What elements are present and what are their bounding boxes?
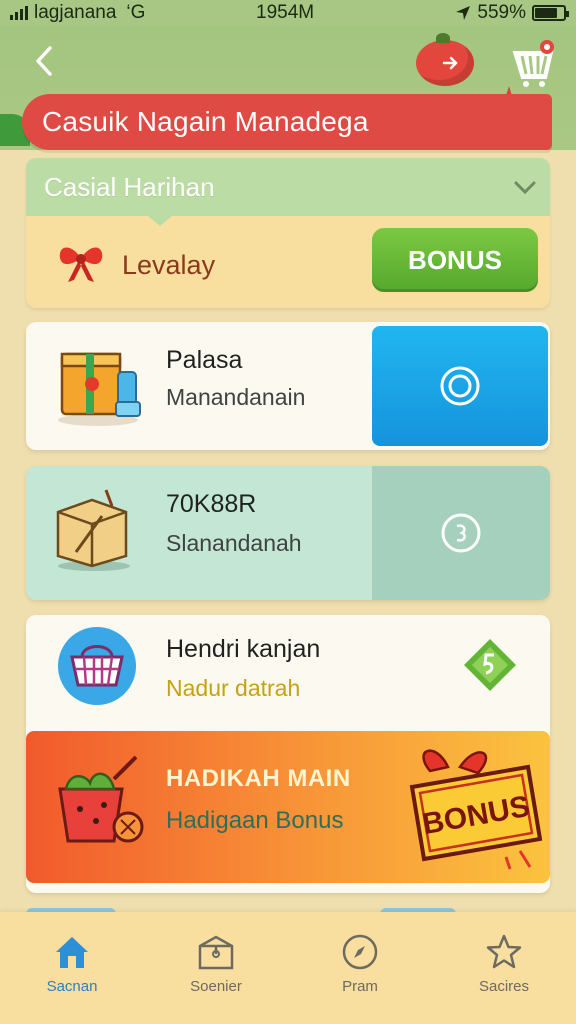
status-time: 1954M (256, 2, 315, 23)
watermelon-bucket-icon (58, 755, 144, 843)
cart-button[interactable] (508, 38, 560, 90)
battery-icon (532, 5, 569, 21)
daily-bonus-card: Casial Harihan Levalay BONUS (26, 158, 550, 308)
box-icon (198, 935, 234, 970)
parcel-icon (56, 489, 130, 571)
coin-icon (441, 513, 481, 553)
chevron-down-icon[interactable] (512, 174, 538, 200)
network-type: ‘G (126, 2, 146, 23)
promo-title: HADIKAH MAIN (166, 765, 351, 792)
item-action-button[interactable] (372, 466, 550, 600)
header: Casuik Nagain Manadega (0, 26, 576, 150)
list-item[interactable]: 70K88R Slanandanah (26, 466, 550, 600)
item-subtitle: Manandanain (166, 384, 306, 410)
content-list: Casial Harihan Levalay BONUS Palasa Mana… (0, 150, 576, 916)
cart-badge (540, 40, 554, 54)
basket-icon (58, 627, 136, 705)
tab-home[interactable]: Sacnan (0, 912, 144, 1024)
tab-label: Soenier (190, 978, 242, 995)
tab-bar: Sacnan Soenier Pram Sacires (0, 912, 576, 1024)
item-title: 70K88R (166, 490, 257, 518)
item-title: Hendri kanjan (166, 635, 321, 663)
box-gift-icon (58, 352, 141, 426)
diamond-icon[interactable] (462, 637, 518, 693)
item-title: Palasa (166, 346, 243, 374)
tab-label: Pram (342, 978, 378, 995)
compass-icon (342, 934, 378, 970)
star-icon (486, 934, 522, 969)
bow-icon (59, 247, 103, 282)
signal-icon (10, 6, 28, 20)
battery-percent: 559% (477, 2, 526, 23)
page-title: Casuik Nagain Manadega (42, 106, 369, 137)
tab-store[interactable]: Soenier (144, 912, 288, 1024)
tab-favorites[interactable]: Sacires (432, 912, 576, 1024)
tab-explore[interactable]: Pram (288, 912, 432, 1024)
target-icon (440, 366, 480, 406)
daily-card-title: Casial Harihan (44, 171, 215, 202)
carrier-name: lagjanana (34, 2, 117, 23)
header-pointer (148, 216, 172, 226)
daily-card-header[interactable]: Casial Harihan (26, 158, 550, 216)
daily-card-label: Levalay (122, 250, 216, 280)
tomato-icon[interactable] (416, 33, 474, 86)
location-arrow-icon (456, 6, 471, 20)
item-subtitle: Slanandanah (166, 530, 302, 556)
bonus-ticket-icon: BONUS (409, 749, 542, 870)
item-subtitle: Nadur datrah (166, 675, 301, 701)
back-arrow-icon[interactable] (28, 44, 62, 78)
home-icon (56, 937, 88, 968)
tab-label: Sacnan (46, 978, 98, 995)
status-bar: lagjanana ‘G 1954M 559% (0, 0, 576, 26)
list-item[interactable]: Hendri kanjan Nadur datrah HADIKAH MAIN … (26, 615, 550, 893)
tab-label: Sacires (478, 978, 530, 995)
title-banner: Casuik Nagain Manadega (22, 94, 552, 150)
promo-subtitle: Hadigaan Bonus (166, 807, 344, 834)
battery-level (535, 8, 558, 18)
bonus-button[interactable]: BONUS (372, 228, 538, 292)
list-item[interactable]: Palasa Manandanain (26, 322, 550, 450)
item-action-button[interactable] (372, 326, 548, 446)
promo-banner[interactable]: HADIKAH MAIN Hadigaan Bonus BONUS (26, 731, 550, 883)
